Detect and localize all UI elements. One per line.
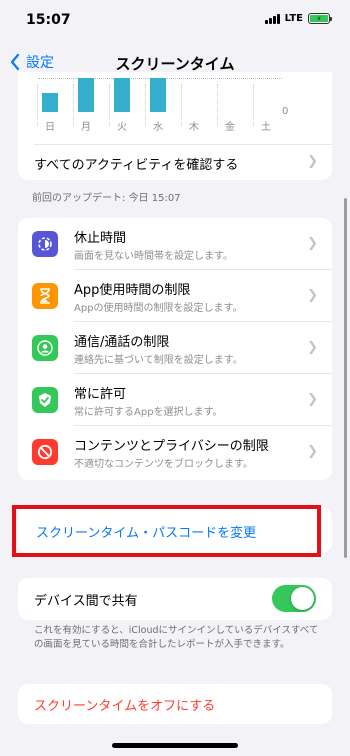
chart-bar-2 xyxy=(114,78,130,112)
highlight-annotation-box xyxy=(12,505,321,557)
contact-icon xyxy=(32,335,58,361)
chart-day-label: 月 xyxy=(81,122,91,133)
screen-time-menu: 休止時間画面を見ない時間帯を設定します。 ❯ App使用時間の制限 Appの使用時間の… xyxy=(18,218,332,480)
turn-off-screen-time-row[interactable]: スクリーンタイムをオフにする xyxy=(18,684,332,724)
chart-day-separator xyxy=(37,84,38,126)
chart-day-separator xyxy=(109,84,110,126)
chart-day-separator xyxy=(217,84,218,126)
chevron-right-icon: ❯ xyxy=(307,444,318,459)
status-bar: 15:07 LTE ⚡ xyxy=(0,0,350,40)
menu-item-3[interactable]: 常に許可常に許可するAppを選択します。 ❯ xyxy=(18,374,332,426)
menu-item-4[interactable]: コンテンツとプライバシーの制限不適切なコンテンツをブロックします。 ❯ xyxy=(18,426,332,478)
network-label: LTE xyxy=(284,13,303,24)
chevron-right-icon: ❯ xyxy=(307,340,318,355)
restriction-icon xyxy=(32,439,58,465)
usage-chart-card: 0 すべてのアクティビティを確認する ❯ 日 月 火 水 木 金 土 xyxy=(18,72,332,180)
menu-item-title: コンテンツとプライバシーの制限 xyxy=(74,439,269,454)
page-title: スクリーンタイム xyxy=(115,55,235,73)
scrollbar[interactable] xyxy=(344,198,347,558)
menu-item-0[interactable]: 休止時間画面を見ない時間帯を設定します。 ❯ xyxy=(18,218,332,270)
menu-item-1[interactable]: App使用時間の制限 Appの使用時間の制限を設定します。 ❯ xyxy=(18,270,332,322)
chevron-right-icon: ❯ xyxy=(307,154,318,169)
chart-zero-label: 0 xyxy=(282,106,289,117)
menu-item-subtitle: 不適切なコンテンツをブロックします。 xyxy=(74,459,253,470)
menu-item-title: 常に許可 xyxy=(74,387,127,402)
chart-day-separator xyxy=(145,84,146,126)
chart-bar-3 xyxy=(150,78,166,112)
menu-item-subtitle: 画面を見ない時間帯を設定します。 xyxy=(74,251,233,262)
all-activity-row[interactable]: すべてのアクティビティを確認する ❯ xyxy=(18,145,332,180)
chart-day-separator xyxy=(253,84,254,126)
chart-bar-1 xyxy=(78,78,94,112)
chart-day-label: 水 xyxy=(153,122,163,133)
menu-item-subtitle: 連絡先に基づいて制限を設定します。 xyxy=(74,355,243,366)
chevron-right-icon: ❯ xyxy=(307,236,318,251)
all-activity-label: すべてのアクティビティを確認する xyxy=(34,158,239,173)
menu-item-title: 休止時間 xyxy=(74,231,127,246)
turn-off-screen-time-label: スクリーンタイムをオフにする xyxy=(34,699,216,714)
downtime-icon xyxy=(32,231,58,257)
hourglass-icon xyxy=(32,283,58,309)
menu-item-title: App使用時間の制限 xyxy=(74,283,191,298)
chart-day-label: 金 xyxy=(225,122,235,133)
chevron-right-icon: ❯ xyxy=(307,392,318,407)
battery-icon: ⚡ xyxy=(308,13,332,24)
status-indicators: LTE ⚡ xyxy=(264,13,332,24)
menu-item-2[interactable]: 通信/通話の制限連絡先に基づいて制限を設定します。 ❯ xyxy=(18,322,332,374)
share-across-devices-label: デバイス間で共有 xyxy=(34,594,138,609)
menu-item-subtitle: 常に許可するAppを選択します。 xyxy=(74,407,223,418)
chart-day-separator xyxy=(181,84,182,126)
last-update-caption: 前回のアップデート: 今日 15:07 xyxy=(32,193,181,204)
chart-day-label: 火 xyxy=(117,122,127,133)
share-toggle[interactable] xyxy=(272,585,316,612)
share-across-devices-row: デバイス間で共有 xyxy=(18,578,332,620)
chart-day-separator xyxy=(73,84,74,126)
menu-item-title: 通信/通話の制限 xyxy=(74,335,170,350)
chevron-right-icon: ❯ xyxy=(307,288,318,303)
share-caption: これを有効にすると、iCloudにサインインしているデバイスすべての画面を見てい… xyxy=(34,625,319,650)
chart-day-label: 木 xyxy=(189,122,199,133)
signal-icon xyxy=(264,13,280,24)
status-time: 15:07 xyxy=(26,12,71,28)
chart-bar-0 xyxy=(42,93,58,112)
checkmark-shield-icon xyxy=(32,387,58,413)
chart-day-label: 土 xyxy=(261,122,271,133)
menu-item-subtitle: Appの使用時間の制限を設定します。 xyxy=(74,303,243,314)
home-indicator xyxy=(112,743,238,748)
toggle-knob xyxy=(291,587,314,610)
chart-day-label: 日 xyxy=(45,122,55,133)
